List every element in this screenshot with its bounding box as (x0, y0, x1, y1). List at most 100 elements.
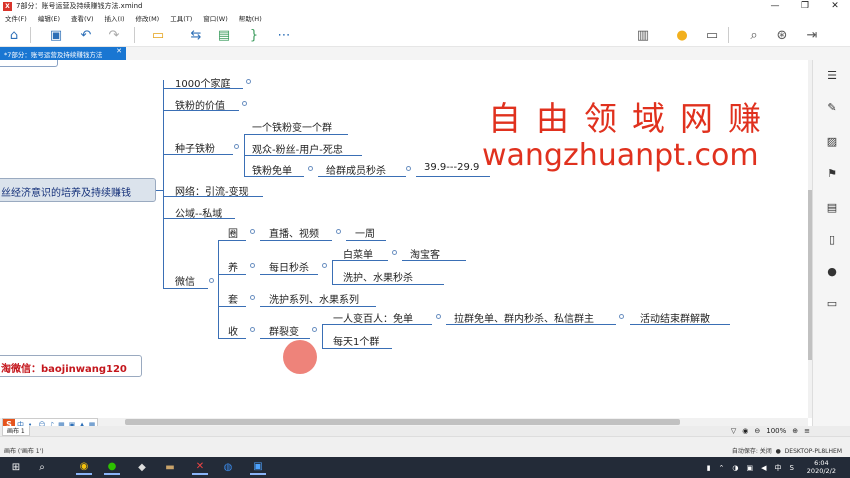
comment-icon[interactable]: ● (825, 264, 839, 278)
wechat-icon[interactable]: ● (104, 460, 120, 475)
topic-event-end-dissolve[interactable]: 活动结束群解散 (640, 310, 710, 325)
presentation-icon[interactable]: ▥ (633, 25, 653, 45)
outline-icon[interactable]: ☰ (825, 68, 839, 82)
clock[interactable]: 6:04 2020/2/2 (807, 459, 836, 475)
topic-cabbage-list[interactable]: 白菜单 (343, 246, 373, 261)
topic-seed-iron-fans[interactable]: 种子铁粉 (175, 140, 215, 155)
topic-1000-families[interactable]: 1000个家庭 (175, 75, 230, 90)
menu-help[interactable]: 帮助(H) (239, 13, 262, 23)
collapse-icon[interactable] (246, 79, 251, 84)
search-icon[interactable]: ⌕ (744, 25, 764, 45)
save-icon[interactable]: ▣ (46, 25, 66, 45)
topic-network-traffic[interactable]: 网络：引流-变现 (175, 183, 249, 198)
mindmap-canvas[interactable]: 自由领域网赚 wangzhuanpt.com 丝经济意识的培养及持续赚钱 100… (0, 60, 808, 418)
collapse-icon[interactable] (250, 229, 255, 234)
menu-view[interactable]: 查看(V) (71, 13, 94, 23)
topic-bundle[interactable]: 套 (228, 291, 238, 306)
collapse-icon[interactable] (312, 327, 317, 332)
topic-live-video[interactable]: 直播、视频 (269, 225, 319, 240)
more-icon[interactable]: ⋯ (274, 25, 294, 45)
view-icon[interactable]: ◉ (742, 427, 748, 435)
menu-tools[interactable]: 工具(T) (170, 13, 192, 23)
tray-lang[interactable]: 中 (775, 463, 782, 473)
zoom-in-button[interactable]: ⊕ (792, 427, 798, 435)
collapse-icon[interactable] (336, 229, 341, 234)
topic-iron-fan-value[interactable]: 铁粉的价值 (175, 97, 225, 112)
topic-taobaoke[interactable]: 淘宝客 (410, 246, 440, 261)
zoom-out-button[interactable]: ⊖ (754, 427, 760, 435)
collapse-icon[interactable] (209, 278, 214, 283)
collapse-icon[interactable] (250, 263, 255, 268)
format-brush-icon[interactable]: ✎ (825, 100, 839, 114)
tray-network-icon[interactable]: ▣ (747, 464, 754, 472)
flag-icon[interactable]: ⚑ (825, 166, 839, 180)
collapse-icon[interactable] (619, 314, 624, 319)
collapse-icon[interactable] (436, 314, 441, 319)
qq-icon[interactable]: ◆ (134, 460, 150, 475)
topic-pull-group-free[interactable]: 拉群免单、群内秒杀、私信群主 (454, 310, 594, 325)
topic-wechat[interactable]: 微信 (175, 273, 195, 288)
relationship-icon[interactable]: ⇆ (186, 25, 206, 45)
topic-public-private[interactable]: 公域--私域 (175, 205, 222, 220)
idea-icon[interactable]: ● (672, 25, 692, 45)
summary-icon[interactable]: ▤ (214, 25, 234, 45)
app-icon[interactable]: ◍ (220, 460, 236, 475)
topic-icon[interactable]: ▭ (148, 25, 168, 45)
xmind-taskbar-icon[interactable]: ✕ (192, 460, 208, 475)
fit-icon[interactable]: ≡ (804, 427, 810, 435)
home-icon[interactable]: ⌂ (4, 25, 24, 45)
autosave-status[interactable]: 自动保存: 关闭 (732, 448, 772, 455)
topic-harvest[interactable]: 收 (228, 323, 238, 338)
undo-icon[interactable]: ↶ (76, 25, 96, 45)
menu-modify[interactable]: 修改(M) (136, 13, 160, 23)
partial-topic-box[interactable] (0, 60, 58, 67)
note-icon[interactable]: ▯ (825, 232, 839, 246)
topic-one-week[interactable]: 一周 (355, 225, 375, 240)
collapse-icon[interactable] (242, 101, 247, 106)
filter-icon[interactable]: ▽ (731, 427, 736, 435)
layout-icon[interactable]: ▭ (702, 25, 722, 45)
tray-ime-icon[interactable]: S (790, 464, 794, 472)
minimize-button[interactable]: — (760, 0, 790, 12)
topic-care-fruit-sale[interactable]: 洗护、水果秒杀 (343, 269, 413, 284)
topic-one-group-daily[interactable]: 每天1个群 (333, 333, 379, 348)
collapse-icon[interactable] (322, 263, 327, 268)
folder-icon[interactable]: ▬ (162, 460, 178, 475)
topic-circle[interactable]: 圈 (228, 225, 238, 240)
menu-edit[interactable]: 编辑(E) (38, 13, 60, 23)
topic-audience-chain[interactable]: 观众-粉丝-用户-死忠 (252, 141, 343, 156)
tray-app-icon[interactable]: ◑ (732, 464, 738, 472)
tab-close-icon[interactable]: ✕ (116, 47, 122, 55)
topic-fan-to-group[interactable]: 一个铁粉变一个群 (252, 119, 332, 134)
topic-care-fruit-series[interactable]: 洗护系列、水果系列 (269, 291, 359, 306)
collapse-icon[interactable] (250, 295, 255, 300)
search-icon[interactable]: ⌕ (34, 460, 50, 475)
redo-icon[interactable]: ↷ (104, 25, 124, 45)
export-icon[interactable]: ⇥ (802, 25, 822, 45)
close-button[interactable]: ✕ (820, 0, 850, 12)
maximize-button[interactable]: ❐ (790, 0, 820, 12)
chrome-icon[interactable]: ◉ (76, 460, 92, 475)
share-icon[interactable]: ⊛ (772, 25, 792, 45)
horizontal-scroll-thumb[interactable] (125, 419, 680, 425)
collapse-icon[interactable] (308, 166, 313, 171)
topic-group-flash-sale[interactable]: 给群成员秒杀 (326, 162, 386, 177)
collapse-icon[interactable] (406, 166, 411, 171)
topic-nurture[interactable]: 养 (228, 259, 238, 274)
image-icon[interactable]: ▨ (825, 134, 839, 148)
tray-up-icon[interactable]: ⌃ (719, 464, 725, 472)
collapse-icon[interactable] (392, 250, 397, 255)
text-icon[interactable]: ▤ (825, 200, 839, 214)
collapse-icon[interactable] (250, 327, 255, 332)
task-icon[interactable]: ▭ (825, 296, 839, 310)
topic-daily-flash-sale[interactable]: 每日秒杀 (269, 259, 309, 274)
sheet-tab[interactable]: 画布 1 (2, 426, 30, 436)
menu-insert[interactable]: 插入(I) (105, 13, 125, 23)
tab-document[interactable]: *7部分：账号运营及持续赚钱方法 ✕ (0, 47, 126, 60)
horizontal-scrollbar[interactable] (0, 418, 808, 426)
zoom-level[interactable]: 100% (766, 427, 786, 435)
collapse-icon[interactable] (234, 144, 239, 149)
menu-file[interactable]: 文件(F) (5, 13, 27, 23)
menu-window[interactable]: 窗口(W) (203, 13, 228, 23)
topic-one-to-hundred[interactable]: 一人变百人：免单 (333, 310, 413, 325)
